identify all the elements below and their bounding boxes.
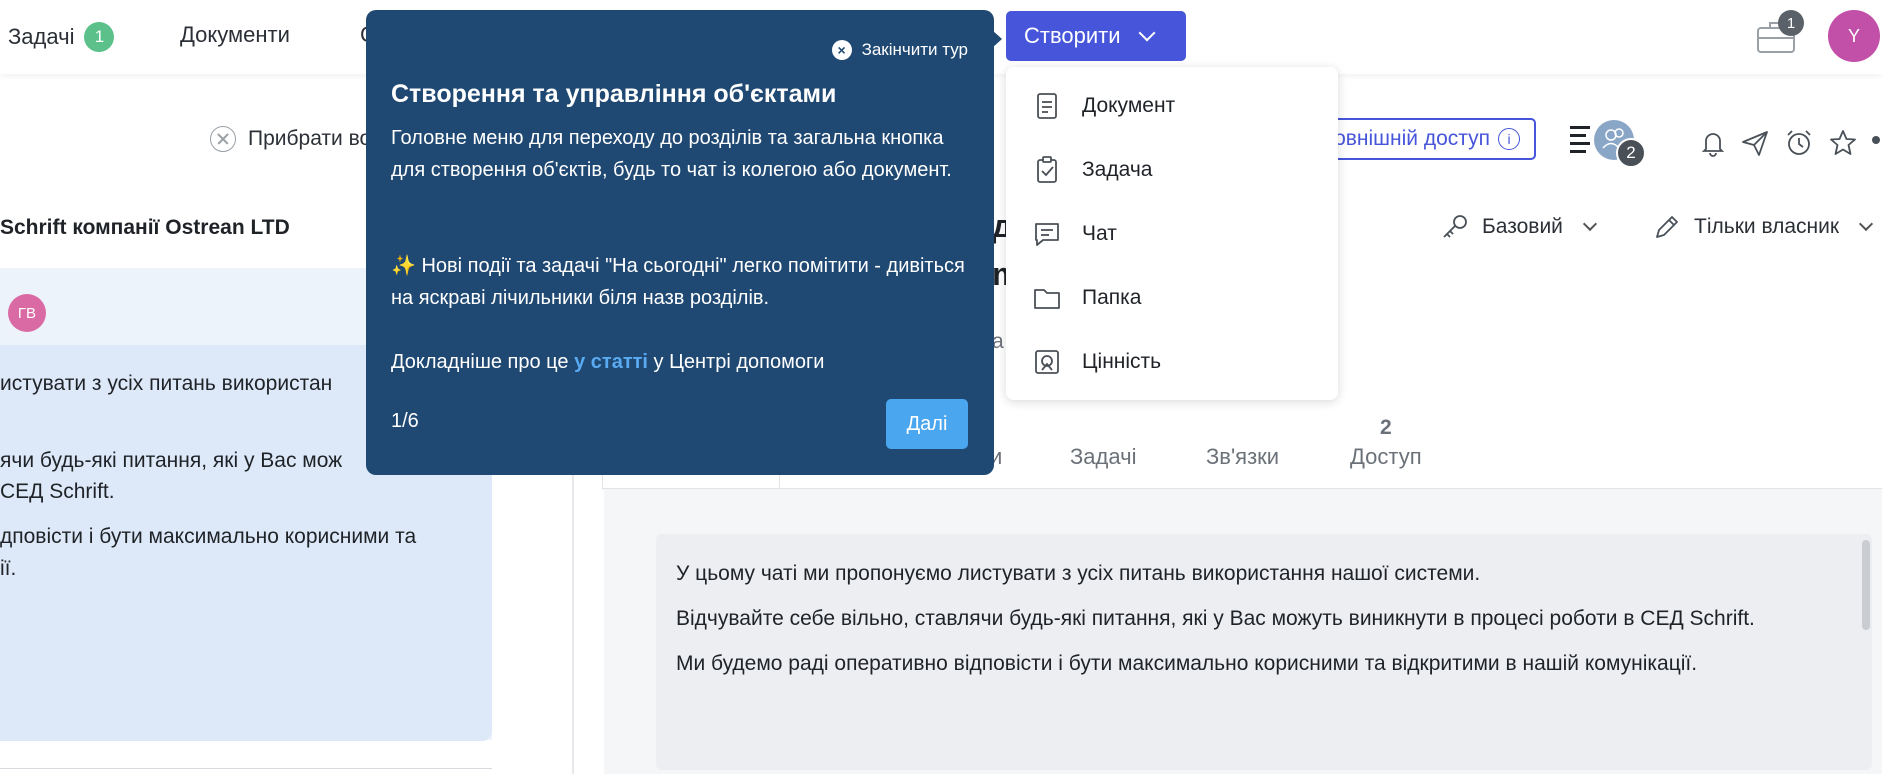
access-level-select[interactable]: Базовий bbox=[1440, 212, 1597, 242]
chevron-down-icon bbox=[1138, 24, 1156, 42]
tour-text: Докладніше про це bbox=[391, 351, 575, 373]
chevron-down-icon bbox=[1582, 216, 1597, 232]
close-icon: × bbox=[831, 40, 852, 60]
left-message-line: истувати з усіх питань використан bbox=[0, 372, 333, 395]
members-count-badge: 2 bbox=[1616, 138, 1646, 168]
nav-documents[interactable]: Документи bbox=[180, 22, 290, 48]
tour-paragraph: ✨ Нові події та задачі "На сьогодні" лег… bbox=[391, 255, 965, 309]
sender-avatar: ГВ bbox=[8, 294, 46, 332]
menu-item-task[interactable]: Задача bbox=[1006, 142, 1338, 198]
close-circle-icon bbox=[210, 126, 236, 152]
tab-access[interactable]: Доступ bbox=[1350, 444, 1422, 470]
menu-item-document[interactable]: Документ bbox=[1006, 78, 1338, 134]
nav-tasks-label: Задачі bbox=[8, 24, 75, 49]
end-tour-button[interactable]: × Закінчити тур bbox=[831, 40, 968, 60]
edit-rights-select[interactable]: Тільки власник bbox=[1652, 212, 1874, 242]
left-message-line: СЕД Schrift. bbox=[0, 480, 115, 503]
menu-item-value[interactable]: Цінність bbox=[1006, 334, 1338, 390]
divider bbox=[0, 768, 492, 769]
more-icon[interactable] bbox=[1872, 136, 1880, 144]
nav-tasks-badge: 1 bbox=[84, 22, 115, 52]
left-panel-title[interactable]: Schrift компанії Ostrean LTD bbox=[0, 216, 290, 240]
pencil-icon bbox=[1656, 216, 1678, 238]
end-tour-label: Закінчити тур bbox=[861, 40, 968, 59]
value-icon bbox=[1035, 350, 1059, 374]
tab-tasks[interactable]: Задачі bbox=[1070, 444, 1136, 470]
menu-item-label: Папка bbox=[1082, 286, 1142, 309]
tour-paragraph: Головне меню для переходу до розділів та… bbox=[391, 127, 952, 181]
chat-icon bbox=[1035, 223, 1059, 246]
message-line: У цьому чаті ми пропонуємо листувати з у… bbox=[676, 562, 1481, 585]
edit-rights-label: Тільки власник bbox=[1694, 215, 1840, 238]
key-icon bbox=[1443, 215, 1467, 238]
create-button[interactable]: Створити bbox=[1006, 11, 1186, 61]
menu-item-label: Задача bbox=[1082, 158, 1153, 181]
chevron-down-icon bbox=[1858, 216, 1874, 232]
document-icon bbox=[1037, 93, 1057, 119]
tour-text: у Центрі допомоги bbox=[647, 351, 825, 373]
external-access-button[interactable]: овнішній доступ i bbox=[1318, 118, 1536, 160]
task-icon bbox=[1037, 156, 1057, 183]
nav-documents-label: Документи bbox=[180, 22, 290, 47]
left-message-line: дповісти і бути максимально корисними та bbox=[0, 525, 417, 548]
user-avatar[interactable]: Y bbox=[1828, 10, 1880, 62]
alarm-clock-icon[interactable] bbox=[1784, 128, 1814, 158]
tour-title: Створення та управління об'єктами bbox=[391, 80, 837, 108]
scrollbar[interactable] bbox=[1862, 540, 1870, 630]
folder-icon bbox=[1034, 289, 1060, 309]
help-article-link[interactable]: у статті bbox=[574, 351, 648, 373]
menu-item-label: Цінність bbox=[1082, 350, 1162, 373]
clear-filters-button[interactable]: Прибрати во bbox=[210, 126, 371, 152]
message-line: Відчувайте себе вільно, ставлячи будь-як… bbox=[676, 607, 1755, 630]
bell-icon[interactable] bbox=[1698, 128, 1728, 158]
create-button-label: Створити bbox=[1024, 23, 1121, 48]
tour-next-button[interactable]: Далі bbox=[886, 399, 968, 449]
info-icon: i bbox=[1498, 128, 1520, 150]
menu-item-label: Документ bbox=[1082, 94, 1176, 117]
star-icon[interactable] bbox=[1828, 128, 1858, 158]
tour-step-counter: 1/6 bbox=[391, 410, 419, 432]
send-icon[interactable] bbox=[1740, 128, 1770, 158]
message-line: Ми будемо раді оперативно відповісти і б… bbox=[676, 652, 1698, 675]
menu-item-label: Чат bbox=[1082, 222, 1117, 245]
access-level-label: Базовий bbox=[1482, 215, 1563, 238]
tour-paragraph: Докладніше про це у статті у Центрі допо… bbox=[391, 346, 981, 378]
menu-item-folder[interactable]: Папка bbox=[1006, 270, 1338, 326]
nav-tasks[interactable]: Задачі 1 bbox=[8, 22, 115, 52]
tab-links[interactable]: Зв'язки bbox=[1206, 444, 1279, 470]
menu-item-chat[interactable]: Чат bbox=[1006, 206, 1338, 262]
create-dropdown-menu: Документ Задача Чат Папка Цінність bbox=[1006, 67, 1338, 400]
briefcase-badge: 1 bbox=[1778, 10, 1804, 36]
tab-access-count: 2 bbox=[1380, 416, 1392, 439]
clear-filters-label: Прибрати во bbox=[248, 127, 372, 150]
left-message-line: ячи будь-які питання, які у Вас мож bbox=[0, 449, 343, 472]
tour-tooltip: × Закінчити тур Створення та управління … bbox=[366, 10, 994, 475]
external-access-label: овнішній доступ bbox=[1334, 127, 1490, 150]
left-message-line: ії. bbox=[0, 557, 17, 580]
